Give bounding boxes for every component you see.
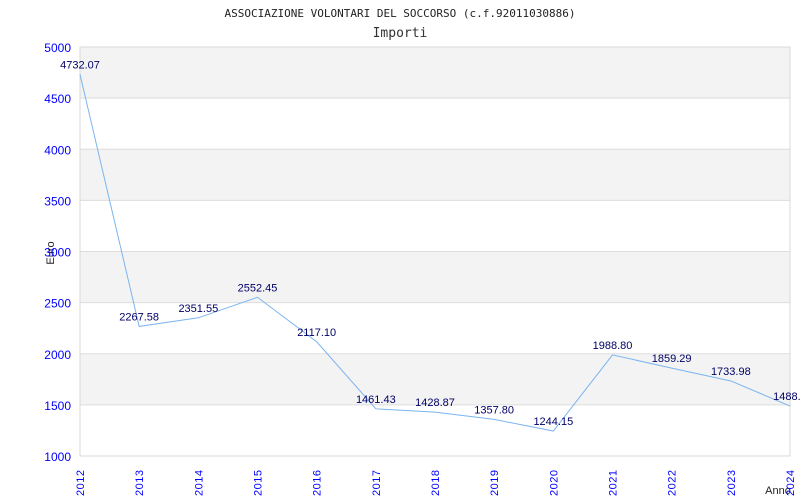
- data-label: 2552.45: [238, 282, 278, 294]
- data-label: 1859.29: [652, 353, 692, 365]
- grid-band: [80, 149, 790, 201]
- x-tick-label: 2020: [548, 470, 560, 496]
- data-label: 1461.43: [356, 394, 396, 406]
- y-tick-label: 1000: [44, 450, 71, 464]
- line-chart: ASSOCIAZIONE VOLONTARI DEL SOCCORSO (c.f…: [44, 7, 800, 497]
- x-tick-label: 2017: [371, 470, 383, 496]
- x-tick-label: 2021: [608, 470, 620, 496]
- y-tick-label: 4000: [44, 143, 71, 157]
- grid-band: [80, 251, 790, 303]
- x-tick-label: 2018: [430, 470, 442, 496]
- x-tick-label: 2014: [193, 470, 205, 496]
- data-label: 2117.10: [297, 327, 336, 339]
- data-label: 1488.6: [773, 391, 800, 403]
- data-label: 1733.98: [711, 366, 751, 378]
- chart-title: ASSOCIAZIONE VOLONTARI DEL SOCCORSO (c.f…: [225, 7, 576, 20]
- chart-subtitle: Importi: [373, 26, 428, 41]
- grid-band: [80, 47, 790, 99]
- data-label: 1988.80: [593, 340, 633, 352]
- x-tick-label: 2016: [312, 470, 324, 496]
- y-tick-label: 2000: [44, 348, 71, 362]
- x-tick-label: 2019: [489, 470, 501, 496]
- x-tick-label: 2015: [253, 470, 265, 496]
- y-tick-label: 2500: [44, 297, 71, 311]
- x-tick-label: 2013: [134, 470, 146, 496]
- y-tick-label: 5000: [44, 41, 71, 55]
- x-tick-label: 2024: [785, 470, 797, 496]
- data-label: 4732.07: [60, 59, 100, 71]
- data-label: 2267.58: [119, 311, 159, 323]
- data-label: 1357.80: [474, 404, 514, 416]
- x-tick-label: 2022: [667, 470, 679, 496]
- data-label: 1244.15: [533, 416, 573, 428]
- y-tick-label: 3500: [44, 194, 71, 208]
- data-label: 2351.55: [178, 303, 218, 315]
- y-tick-label: 4500: [44, 92, 71, 106]
- y-tick-label: 1500: [44, 399, 71, 413]
- x-tick-label: 2012: [75, 470, 87, 496]
- x-tick-label: 2023: [726, 470, 738, 496]
- y-tick-label: 3000: [44, 246, 71, 260]
- data-label: 1428.87: [415, 397, 455, 409]
